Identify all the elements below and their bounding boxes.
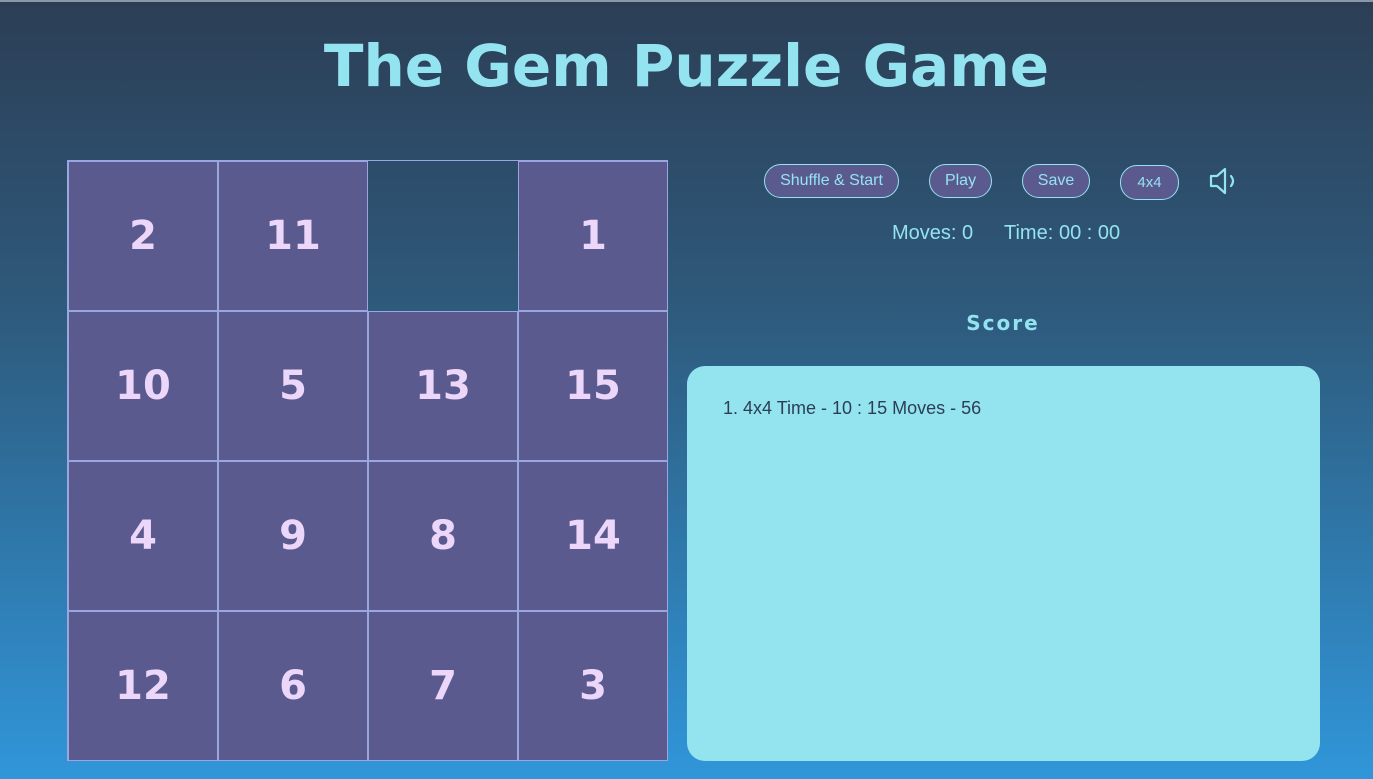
score-entry: 1. 4x4 Time - 10 : 15 Moves - 56: [723, 398, 982, 418]
puzzle-tile[interactable]: 2: [68, 161, 218, 311]
puzzle-tile[interactable]: 14: [518, 461, 668, 611]
puzzle-tile[interactable]: 11: [218, 161, 368, 311]
moves-label: Moves:: [892, 222, 957, 244]
time-label: Time:: [1004, 222, 1054, 244]
save-button[interactable]: Save: [1022, 164, 1090, 198]
puzzle-tile[interactable]: 1: [518, 161, 668, 311]
empty-cell: [368, 161, 518, 311]
page-title: The Gem Puzzle Game: [323, 32, 1050, 100]
puzzle-tile[interactable]: 10: [68, 311, 218, 461]
puzzle-tile[interactable]: 4: [68, 461, 218, 611]
speaker-icon[interactable]: [1208, 166, 1240, 196]
score-panel: 1. 4x4 Time - 10 : 15 Moves - 56: [687, 366, 1320, 761]
puzzle-board: 2 11 1 10 5 13 15 4 9 8 14 12 6 7 3: [67, 160, 668, 761]
puzzle-tile[interactable]: 15: [518, 311, 668, 461]
time-value: 00 : 00: [1059, 222, 1121, 244]
board-size-button[interactable]: 4x4: [1120, 165, 1179, 200]
puzzle-tile[interactable]: 9: [218, 461, 368, 611]
puzzle-tile[interactable]: 8: [368, 461, 518, 611]
puzzle-tile[interactable]: 6: [218, 611, 368, 761]
play-button[interactable]: Play: [929, 164, 992, 198]
shuffle-start-button[interactable]: Shuffle & Start: [764, 164, 899, 198]
puzzle-tile[interactable]: 3: [518, 611, 668, 761]
puzzle-tile[interactable]: 5: [218, 311, 368, 461]
puzzle-tile[interactable]: 7: [368, 611, 518, 761]
puzzle-tile[interactable]: 12: [68, 611, 218, 761]
puzzle-tile[interactable]: 13: [368, 311, 518, 461]
moves-value: 0: [962, 222, 974, 244]
score-heading: Score: [966, 311, 1040, 335]
